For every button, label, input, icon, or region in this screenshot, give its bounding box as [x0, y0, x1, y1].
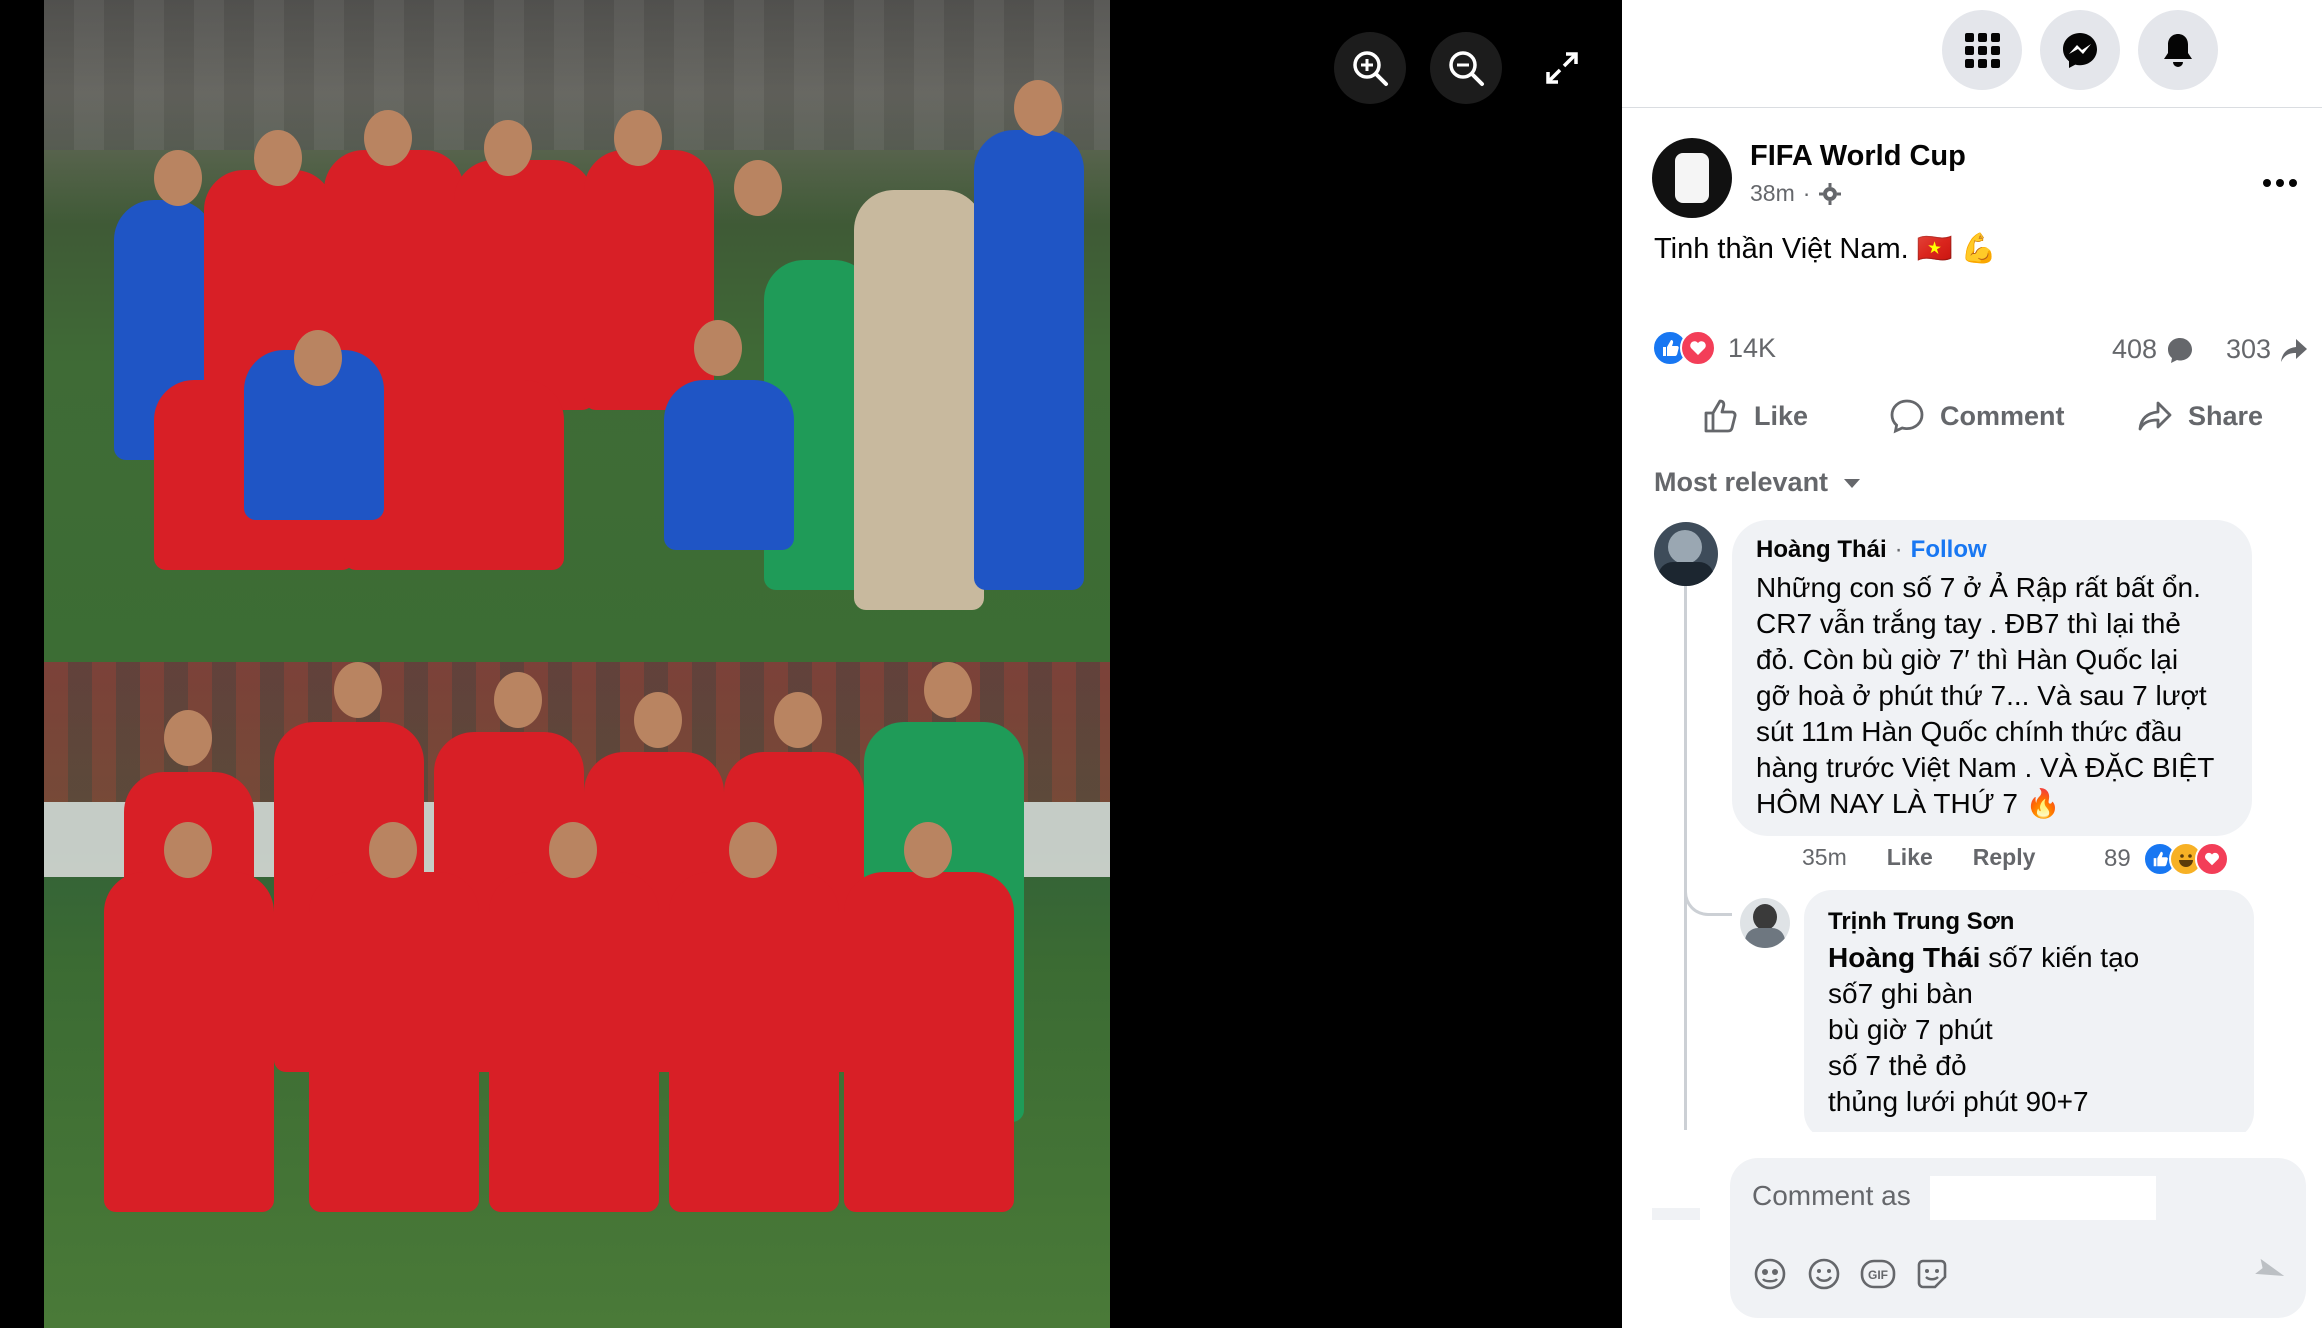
fullscreen-button[interactable] — [1526, 32, 1598, 104]
avatar-icon[interactable] — [1752, 1256, 1788, 1292]
comment-bubble: Hoàng Thái · Follow Những con số 7 ở Ả R… — [1732, 520, 2252, 836]
bell-icon — [2164, 34, 2192, 67]
vietnam-flag-emoji: 🇻🇳 — [1916, 233, 1953, 265]
comment-reactions[interactable]: 89 — [2104, 842, 2229, 876]
share-icon — [2138, 401, 2172, 431]
comment-count-value: 408 — [2112, 334, 2158, 364]
fifa-logo-icon — [1675, 153, 1709, 203]
post-actions: Like Comment Share — [1622, 388, 2322, 444]
post-time[interactable]: 38m — [1750, 180, 1795, 207]
photo-lineup — [44, 662, 1110, 1328]
messenger-button[interactable] — [2040, 10, 2120, 90]
commenter-name-redacted — [1930, 1176, 2156, 1220]
reply-body-first: số7 kiến tạo — [1980, 942, 2140, 973]
menu-button[interactable] — [1942, 10, 2022, 90]
emoji-icon[interactable] — [1806, 1256, 1842, 1292]
reaction-count: 14K — [1728, 332, 1777, 363]
notifications-button[interactable] — [2138, 10, 2218, 90]
top-bar — [1622, 0, 2322, 108]
like-label: Like — [1754, 400, 1809, 431]
love-reaction-icon — [1680, 330, 1716, 366]
reply-author[interactable]: Trịnh Trung Sơn — [1828, 908, 2014, 936]
share-count-value: 303 — [2226, 334, 2272, 364]
gif-icon[interactable]: GIF — [1860, 1256, 1896, 1292]
like-button[interactable]: Like — [1702, 388, 1808, 444]
comment-reply-button[interactable]: Reply — [1973, 844, 2036, 871]
comment-icon — [1890, 399, 1924, 434]
more-options-button[interactable] — [2262, 158, 2298, 197]
comment-input[interactable]: Comment as — [1752, 1180, 1911, 1212]
zoom-in-icon — [1353, 51, 1388, 86]
comment-button[interactable]: Comment — [1888, 388, 2065, 444]
svg-text:GIF: GIF — [1868, 1268, 1888, 1282]
comment-actions: 35m Like Reply — [1802, 844, 2035, 871]
page-name[interactable]: FIFA World Cup — [1750, 140, 1966, 173]
reply-mention[interactable]: Hoàng Thái — [1828, 942, 1980, 973]
post-text: Tinh thần Việt Nam. 🇻🇳 💪 — [1654, 232, 1997, 266]
comment-bubble-icon — [2168, 337, 2193, 363]
comment-label: Comment — [1940, 400, 2065, 431]
flexed-biceps-emoji: 💪 — [1960, 233, 1997, 265]
zoom-in-button[interactable] — [1334, 32, 1406, 104]
meta-separator: · — [1802, 180, 1811, 206]
reply-text: Hoàng Thái số7 kiến tạo số7 ghi bàn bù g… — [1828, 940, 2248, 1120]
post-meta: 38m · — [1750, 180, 1842, 207]
avatar[interactable] — [1740, 898, 1790, 948]
zoom-out-icon — [1449, 51, 1484, 86]
post-panel: FIFA World Cup 38m · Tinh thần Việt Nam.… — [1622, 0, 2322, 1328]
expand-icon — [1546, 52, 1578, 84]
comment-sort-dropdown[interactable]: Most relevant — [1654, 467, 1862, 498]
gear-icon — [1819, 182, 1842, 205]
photo-celebration — [44, 0, 1110, 662]
post-photo[interactable] — [44, 0, 1110, 1328]
post-caption: Tinh thần Việt Nam. — [1654, 232, 1909, 265]
sticker-icon[interactable] — [1914, 1256, 1950, 1292]
grid-menu-icon — [1965, 33, 2000, 68]
share-button[interactable]: Share — [2136, 388, 2263, 444]
comment-count[interactable]: 408 — [2112, 334, 2195, 365]
comment-composer-area: Comment as GIF — [1622, 1132, 2322, 1328]
comment-text: Những con số 7 ở Ả Rập rất bất ổn. CR7 v… — [1756, 570, 2246, 822]
comment-reaction-count: 89 — [2104, 845, 2131, 872]
follow-button[interactable]: Follow — [1911, 536, 1987, 564]
reply-connector — [1684, 870, 1732, 916]
page-avatar[interactable] — [1652, 138, 1732, 218]
sort-label: Most relevant — [1654, 467, 1829, 497]
thread-line — [1684, 586, 1687, 1130]
reaction-summary[interactable]: 14K — [1652, 330, 1776, 366]
caret-down-icon — [1844, 478, 1861, 488]
send-icon[interactable] — [2252, 1256, 2288, 1292]
reply-body-rest: số7 ghi bàn bù giờ 7 phút số 7 thẻ đỏ th… — [1828, 978, 2089, 1117]
avatar[interactable] — [1654, 522, 1718, 586]
comment-author[interactable]: Hoàng Thái — [1756, 536, 1887, 564]
messenger-icon — [2063, 33, 2097, 68]
photo-viewer — [0, 0, 1622, 1328]
more-icon — [2263, 179, 2297, 187]
share-label: Share — [2188, 400, 2264, 431]
comment-like-button[interactable]: Like — [1887, 844, 1933, 871]
reply-bubble: Trịnh Trung Sơn Hoàng Thái số7 kiến tạo … — [1804, 890, 2254, 1140]
share-count[interactable]: 303 — [2226, 334, 2309, 365]
comment-composer[interactable]: Comment as GIF — [1730, 1158, 2306, 1318]
thumbs-up-icon — [1704, 399, 1737, 433]
composer-avatar — [1652, 1208, 1700, 1220]
love-reaction-icon — [2194, 842, 2229, 876]
fire-emoji: 🔥 — [2025, 788, 2061, 819]
comment-time[interactable]: 35m — [1802, 844, 1847, 871]
share-arrow-icon — [2281, 338, 2308, 362]
comment-body: Những con số 7 ở Ả Rập rất bất ổn. CR7 v… — [1756, 572, 2215, 819]
zoom-out-button[interactable] — [1430, 32, 1502, 104]
follow-separator: · — [1894, 536, 1903, 563]
